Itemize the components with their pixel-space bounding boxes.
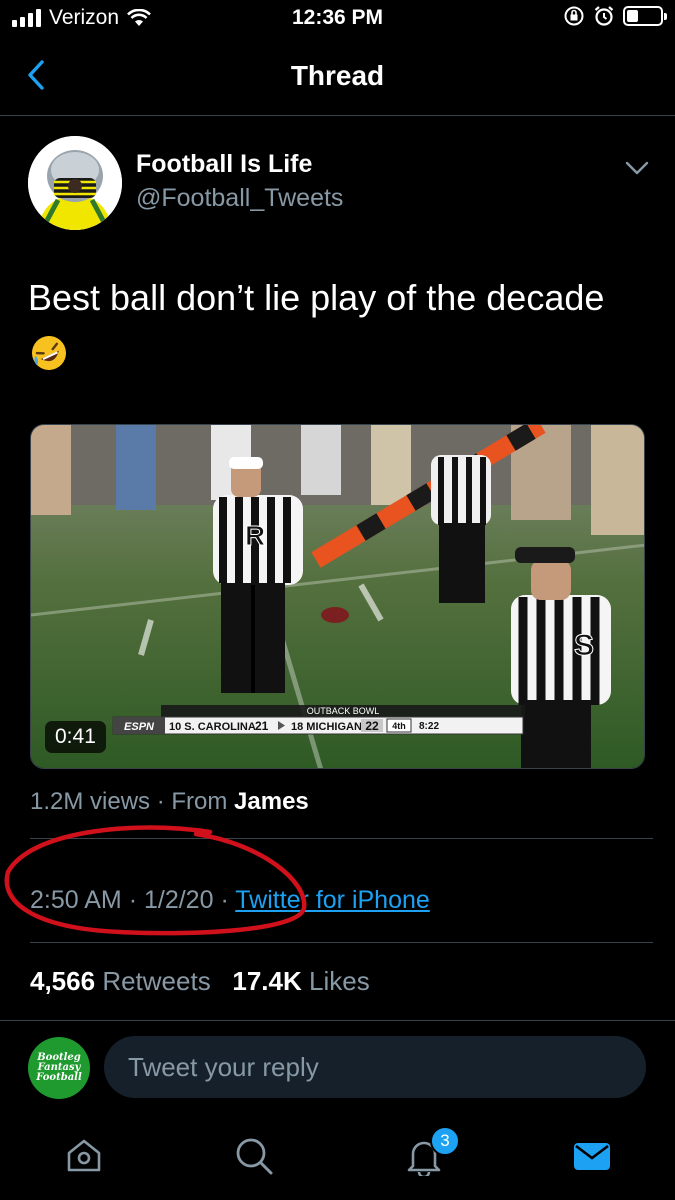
tweet-text-body: Best ball don’t lie play of the decade xyxy=(28,277,605,318)
orientation-lock-icon xyxy=(564,6,584,26)
views-separator: · From xyxy=(150,788,235,815)
tweet-source-link[interactable]: Twitter for iPhone xyxy=(235,886,430,914)
scorebug-network: ESPN xyxy=(124,721,155,733)
scorebug: OUTBACK BOWL ESPN 10 S. CAROLINA 21 18 M… xyxy=(112,705,525,735)
home-icon[interactable] xyxy=(64,1136,104,1176)
svg-text:R: R xyxy=(245,520,265,551)
author-name[interactable]: Football Is Life xyxy=(136,150,312,179)
retweets-stat[interactable]: 4,566 Retweets xyxy=(30,966,211,996)
status-right xyxy=(563,5,667,27)
divider xyxy=(30,942,653,943)
helmet-avatar-image xyxy=(28,136,122,230)
likes-stat[interactable]: 17.4K Likes xyxy=(232,966,369,996)
scorebug-team2: 18 MICHIGAN xyxy=(291,721,362,733)
battery-level xyxy=(627,10,639,22)
reply-avatar-text: Football xyxy=(36,1072,82,1083)
divider xyxy=(0,1020,675,1021)
retweets-count: 4,566 xyxy=(30,966,96,996)
tweet-meta: 2:50 AM · 1/2/20 · Twitter for iPhone xyxy=(30,886,430,914)
scorebug-team2-score: 22 xyxy=(365,719,379,733)
video-frame-image: R S OUTBACK BOWL ESPN 10 S. CAROLINA 21 … xyxy=(31,425,644,768)
status-bar: Verizon 12:36 PM xyxy=(0,0,675,40)
tab-bar xyxy=(0,1120,675,1200)
scorebug-quarter: 4th xyxy=(392,721,406,731)
author-avatar[interactable] xyxy=(28,136,122,230)
nav-bar: Thread xyxy=(0,40,675,116)
scorebug-team1: 10 S. CAROLINA xyxy=(169,721,256,733)
page-title: Thread xyxy=(290,60,385,91)
alarm-icon xyxy=(594,6,614,26)
divider xyxy=(30,838,653,839)
scorebug-clock: 8:22 xyxy=(419,721,439,732)
search-icon[interactable] xyxy=(234,1136,274,1176)
retweets-label: Retweets xyxy=(102,966,211,996)
tweet-stats: 4,566 Retweets 17.4K Likes xyxy=(30,966,370,997)
messages-icon[interactable] xyxy=(572,1136,612,1176)
tweet-date: 1/2/20 xyxy=(143,886,214,914)
views-from-user[interactable]: James xyxy=(234,788,309,815)
reply-input[interactable] xyxy=(104,1036,646,1098)
tweet-time: 2:50 AM xyxy=(30,886,122,914)
scorebug-team1-score: 21 xyxy=(255,719,269,733)
battery-icon xyxy=(623,6,667,26)
video-duration: 0:41 xyxy=(45,721,106,753)
likes-label: Likes xyxy=(309,966,370,996)
scorebug-bowl: OUTBACK BOWL xyxy=(307,706,380,716)
view-count: 1.2M views · From James xyxy=(30,788,309,816)
notification-badge: 3 xyxy=(430,1126,460,1156)
svg-text:S: S xyxy=(574,629,594,662)
chevron-down-icon[interactable] xyxy=(622,156,652,180)
laughing-emoji-icon xyxy=(32,336,66,370)
views-label: 1.2M views xyxy=(30,788,151,815)
tweet-text: Best ball don’t lie play of the decade xyxy=(28,270,638,382)
reply-avatar[interactable]: Bootleg Fantasy Football xyxy=(28,1037,90,1099)
tweet-video[interactable]: R S OUTBACK BOWL ESPN 10 S. CAROLINA 21 … xyxy=(30,424,645,769)
likes-count: 17.4K xyxy=(232,966,302,996)
author-handle[interactable]: @Football_Tweets xyxy=(136,184,343,213)
